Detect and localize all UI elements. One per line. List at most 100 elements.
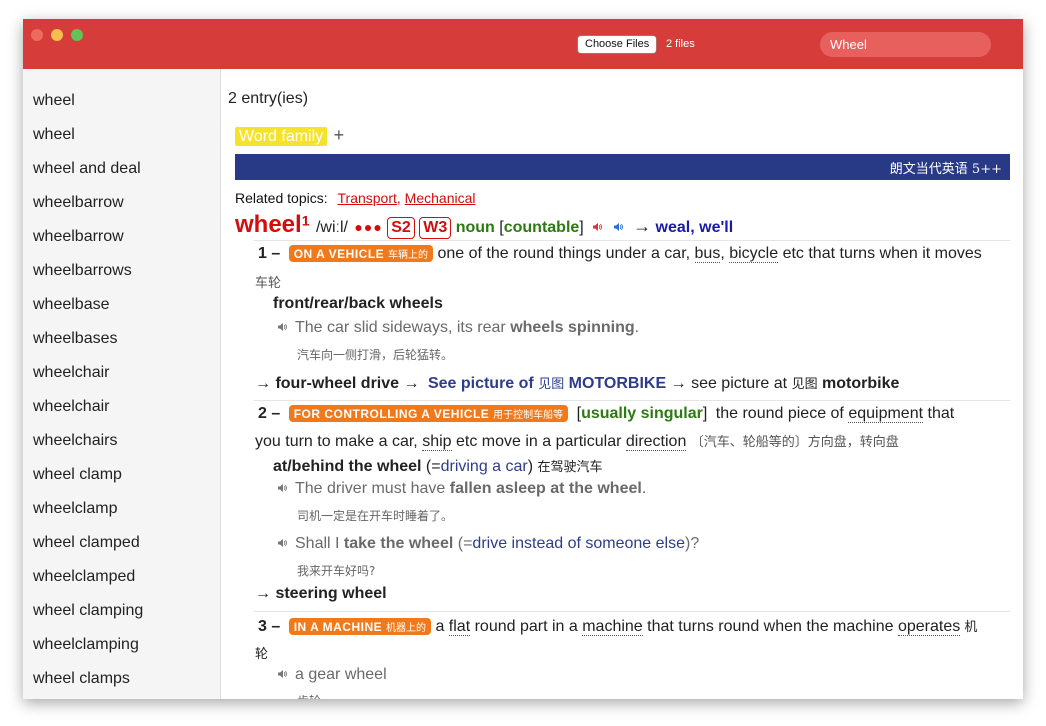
- choose-files-button[interactable]: Choose Files: [578, 36, 657, 53]
- expand-icon[interactable]: +: [334, 125, 345, 145]
- titlebar: Choose Files 2 files Wheel: [23, 19, 1023, 69]
- word-list-item[interactable]: wheelclamp: [33, 500, 117, 518]
- word-list-item[interactable]: wheelchairs: [33, 432, 117, 450]
- related-topics: Related topics: Transport, Mechanical: [235, 190, 476, 206]
- search-input[interactable]: Wheel: [820, 32, 991, 57]
- crossref-arrow: →: [633, 216, 652, 236]
- definition-link[interactable]: flat: [448, 618, 471, 636]
- example-zh: 汽车向一侧打滑，后轮猛转。: [297, 348, 454, 362]
- frequency-dots: ●●●: [354, 219, 383, 235]
- headword-row: wheel1 /wiːl/ ●●● S2 W3 noun [countable]…: [235, 211, 734, 239]
- homophone-link[interactable]: we'll: [699, 219, 733, 236]
- definition-link[interactable]: bus: [694, 245, 721, 263]
- grammar-code: usually singular: [581, 405, 703, 422]
- british-audio-icon[interactable]: [592, 222, 603, 232]
- spoken-frequency-badge: S2: [387, 217, 415, 239]
- part-of-speech: noun: [455, 219, 495, 236]
- sense-3-line1: 3 – IN A MACHINE 机器上的 a flat round part …: [258, 618, 978, 636]
- definition-link[interactable]: direction: [625, 433, 687, 451]
- sense-divider: [254, 240, 1010, 241]
- example-audio-icon[interactable]: [277, 322, 287, 332]
- word-list-item[interactable]: wheel clamping: [33, 602, 143, 620]
- word-list-item[interactable]: wheelchair: [33, 398, 109, 416]
- crossref-link[interactable]: motorbike: [822, 375, 899, 392]
- word-list-item[interactable]: wheelbarrows: [33, 262, 132, 280]
- word-list-sidebar: wheel wheel wheel and deal wheelbarrow w…: [23, 69, 221, 699]
- entry-count: 2 entry(ies): [228, 90, 309, 107]
- word-list-item[interactable]: wheelbarrow: [33, 228, 124, 246]
- sense-2-line1: 2 – FOR CONTROLLING A VEHICLE 用于控制车船等 [u…: [258, 405, 955, 423]
- signpost-badge: FOR CONTROLLING A VEHICLE 用于控制车船等: [288, 405, 569, 422]
- signpost-badge: IN A MACHINE 机器上的: [288, 618, 431, 635]
- headword: wheel: [235, 211, 302, 238]
- sense-number: 3 –: [258, 618, 281, 635]
- sense-number: 2 –: [258, 405, 281, 422]
- sense-divider: [254, 611, 1010, 612]
- sense-1-line1: 1 – ON A VEHICLE 车辆上的 one of the round t…: [258, 245, 982, 263]
- sense-divider: [254, 400, 1010, 401]
- close-window-button[interactable]: [31, 29, 43, 41]
- example-zh: 司机一定是在开车时睡着了。: [297, 509, 454, 523]
- example-zh: 齿轮: [297, 692, 321, 699]
- phrase-zh: 在驾驶汽车: [537, 460, 603, 475]
- definition-link[interactable]: equipment: [848, 405, 924, 423]
- example-sentence: a gear wheel: [277, 666, 387, 684]
- files-count: 2 files: [666, 38, 695, 50]
- example-sentence: The driver must have fallen asleep at th…: [277, 480, 646, 498]
- phrase-row: at/behind the wheel (=driving a car) 在驾驶…: [273, 458, 603, 475]
- american-audio-icon[interactable]: [613, 222, 623, 232]
- app-window: Choose Files 2 files Wheel wheel wheel w…: [23, 19, 1023, 699]
- example-sentence: Shall I take the wheel (=drive instead o…: [277, 535, 699, 553]
- word-family-row: Word family +: [235, 125, 344, 146]
- crossref-link[interactable]: four-wheel drive: [275, 375, 399, 392]
- word-list-item[interactable]: wheel clamped: [33, 534, 140, 552]
- definition-zh: 轮: [255, 647, 269, 662]
- dictionary-name: 朗文当代英语 5++: [889, 162, 1002, 177]
- sense-number: 1 –: [258, 245, 281, 262]
- word-list-item[interactable]: wheelbases: [33, 330, 118, 348]
- definition-link[interactable]: machine: [582, 618, 643, 636]
- word-list-item[interactable]: wheelchair: [33, 364, 109, 382]
- homophone-link[interactable]: weal: [656, 219, 691, 236]
- picture-link[interactable]: See picture of 见图 MOTORBIKE: [428, 375, 666, 392]
- dictionary-banner: 朗文当代英语 5++: [235, 154, 1010, 180]
- signpost-badge: ON A VEHICLE 车辆上的: [288, 245, 433, 262]
- grammar-code: countable: [503, 219, 580, 236]
- topic-link-mechanical[interactable]: Mechanical: [405, 190, 476, 206]
- phrase-gloss: driving a car: [440, 458, 528, 475]
- related-topics-label: Related topics:: [235, 190, 328, 206]
- word-list-item[interactable]: wheelclamped: [33, 568, 135, 586]
- word-list-item[interactable]: wheelbarrow: [33, 194, 124, 212]
- crossref-row: → four-wheel drive → See picture of 见图 M…: [255, 375, 900, 392]
- word-list-item[interactable]: wheel and deal: [33, 160, 141, 178]
- word-list-item[interactable]: wheel: [33, 92, 75, 110]
- phrase: at/behind the wheel: [273, 458, 422, 475]
- definition-link[interactable]: ship: [422, 433, 452, 451]
- word-list-item[interactable]: wheel clamps: [33, 670, 130, 688]
- crossref-link[interactable]: steering wheel: [275, 585, 386, 602]
- homonym-number: 1: [301, 212, 310, 229]
- word-list-item[interactable]: wheel: [33, 126, 75, 144]
- written-frequency-badge: W3: [419, 217, 452, 239]
- definition-link[interactable]: operates: [897, 618, 961, 636]
- word-list-item[interactable]: wheel clamp: [33, 466, 122, 484]
- example-audio-icon[interactable]: [277, 483, 287, 493]
- pronunciation: /wiːl/: [315, 219, 348, 236]
- example-audio-icon[interactable]: [277, 538, 287, 548]
- entry-panel: 2 entry(ies) Word family + 朗文当代英语 5++ Re…: [222, 69, 1023, 699]
- definition-link[interactable]: bicycle: [729, 245, 779, 263]
- word-list-item[interactable]: wheelbase: [33, 296, 110, 314]
- example-sentence: The car slid sideways, its rear wheels s…: [277, 319, 639, 337]
- collocation: front/rear/back wheels: [273, 295, 443, 312]
- example-audio-icon[interactable]: [277, 669, 287, 679]
- topic-link-transport[interactable]: Transport: [338, 190, 397, 206]
- definition-zh: 车轮: [255, 276, 282, 291]
- word-list-item[interactable]: wheelclamping: [33, 636, 139, 654]
- word-family-button[interactable]: Word family: [235, 127, 328, 146]
- minimize-window-button[interactable]: [51, 29, 63, 41]
- sense-2-line2: you turn to make a car, ship etc move in…: [255, 433, 899, 451]
- definition-zh: 〔汽车、轮船等的〕方向盘，转向盘: [690, 435, 899, 450]
- definition-text: one of the round things under a car,: [437, 245, 695, 262]
- crossref-row: → steering wheel: [255, 585, 387, 602]
- maximize-window-button[interactable]: [71, 29, 83, 41]
